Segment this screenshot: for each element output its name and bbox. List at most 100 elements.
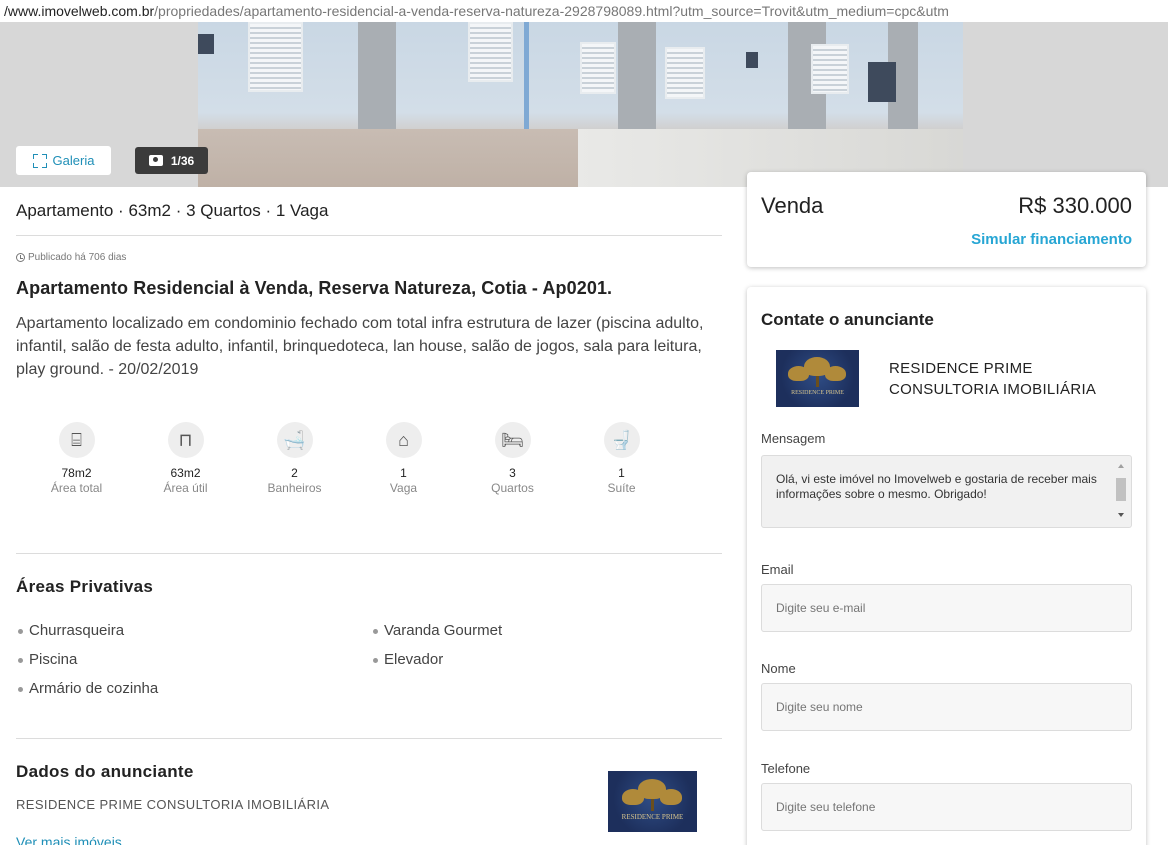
feature-label: Quartos <box>491 481 534 495</box>
contact-form: Contate o anunciante RESIDENCE PRIME RES… <box>747 287 1146 845</box>
gallery-button-label: Galeria <box>52 153 95 168</box>
list-item: Piscina <box>18 650 373 670</box>
agency-name-line: RESIDENCE PRIME <box>889 360 1033 377</box>
useful-area-icon: ⊓ <box>167 422 204 458</box>
feature-value: 1 <box>400 466 407 480</box>
price-card: Venda R$ 330.000 Simular financiamento <box>747 172 1146 267</box>
contact-title: Contate o anunciante <box>761 310 934 329</box>
bullet-icon <box>18 628 23 634</box>
clock-icon <box>16 253 25 262</box>
simulate-financing-link[interactable]: Simular financiamento <box>971 231 1132 248</box>
agency-name-line: CONSULTORIA IMOBILIÁRIA <box>889 381 1097 398</box>
feature-item: ⊓ 63m2 Área útil <box>131 422 240 496</box>
divider <box>16 235 722 236</box>
divider <box>16 738 722 739</box>
address-bar[interactable]: /www.imovelweb.com.br/propriedades/apart… <box>0 0 1168 22</box>
photo-detail <box>868 62 896 102</box>
advertiser-name: RESIDENCE PRIME CONSULTORIA IMOBILIÁRIA <box>16 797 330 812</box>
feature-label: Área útil <box>163 481 208 495</box>
message-textarea[interactable]: Olá, vi este imóvel no Imovelweb e gosta… <box>761 455 1132 528</box>
feature-label: Vaga <box>389 481 418 495</box>
photo-detail <box>248 22 303 92</box>
scroll-up-icon[interactable] <box>1118 464 1124 468</box>
bullet-icon <box>373 657 378 663</box>
amenity-label: Varanda Gourmet <box>384 622 503 639</box>
private-areas-list: Churrasqueira Varanda Gourmet Piscina El… <box>18 621 638 699</box>
listing-title: Apartamento Residencial à Venda, Reserva… <box>16 278 613 298</box>
price-value: R$ 330.000 <box>1018 193 1132 218</box>
feature-value: 63m2 <box>170 466 201 480</box>
scroll-down-icon[interactable] <box>1118 513 1124 517</box>
feature-item: ⌸ 78m2 Área total <box>22 422 131 496</box>
photo-count-badge[interactable]: 1/36 <box>135 147 208 174</box>
message-scrollbar[interactable] <box>1113 458 1129 525</box>
message-label: Mensagem <box>761 431 826 446</box>
agency-name: RESIDENCE PRIME CONSULTORIA IMOBILIÁRIA <box>889 358 1096 400</box>
private-areas-title: Áreas Privativas <box>16 577 154 596</box>
photo-detail <box>746 52 758 68</box>
list-item: Elevador <box>373 650 638 670</box>
photo-detail <box>580 42 616 94</box>
bed-icon: 🛏 <box>494 422 531 458</box>
list-item: Varanda Gourmet <box>373 621 638 641</box>
amenity-label: Churrasqueira <box>29 622 125 639</box>
divider <box>16 553 722 554</box>
listing-summary: Apartamento · 63m2 · 3 Quartos · 1 Vaga <box>16 201 329 220</box>
advertiser-logo[interactable]: RESIDENCE PRIME <box>608 771 697 832</box>
listing-description: Apartamento localizado em condominio fec… <box>16 315 704 378</box>
photo-detail <box>198 34 214 54</box>
feature-value: 78m2 <box>61 466 92 480</box>
amenity-label: Elevador <box>384 651 444 668</box>
bullet-icon <box>373 628 378 634</box>
feature-item: ⌂ 1 Vaga <box>349 422 458 496</box>
property-photo[interactable] <box>198 22 963 187</box>
feature-item: 🛁 2 Banheiros <box>240 422 349 496</box>
email-field[interactable] <box>761 584 1132 632</box>
gallery-button[interactable]: Galeria <box>16 146 111 175</box>
photo-detail <box>468 22 513 82</box>
feature-item: 🚽 1 Suíte <box>567 422 676 496</box>
phone-field[interactable] <box>761 783 1132 831</box>
bullet-icon <box>18 686 23 692</box>
photo-detail <box>358 22 396 137</box>
feature-value: 2 <box>291 466 298 480</box>
garage-icon: ⌂ <box>385 422 422 458</box>
scroll-thumb[interactable] <box>1116 478 1126 501</box>
name-label: Nome <box>761 661 796 676</box>
photo-count: 1/36 <box>170 153 195 168</box>
toilet-icon: 🚽 <box>603 422 640 458</box>
logo-text: RESIDENCE PRIME <box>621 813 684 821</box>
agency-logo: RESIDENCE PRIME <box>776 350 859 407</box>
total-area-icon: ⌸ <box>58 422 95 458</box>
url-path: /propriedades/apartamento-residencial-a-… <box>154 3 949 19</box>
logo-text: RESIDENCE PRIME <box>791 390 844 396</box>
published-text: Publicado há 706 dias <box>28 252 127 263</box>
photo-detail <box>811 44 849 94</box>
url-domain: /www.imovelweb.com.br <box>4 3 155 19</box>
features-row: ⌸ 78m2 Área total ⊓ 63m2 Área útil 🛁 2 B… <box>22 422 676 496</box>
message-text: Olá, vi este imóvel no Imovelweb e gosta… <box>776 472 1097 501</box>
feature-label: Suíte <box>607 481 636 495</box>
more-properties-link[interactable]: Ver mais imóveis <box>16 834 122 845</box>
feature-item: 🛏 3 Quartos <box>458 422 567 496</box>
phone-label: Telefone <box>761 761 811 776</box>
camera-icon <box>148 155 163 166</box>
photo-detail <box>618 22 656 137</box>
published-date: Publicado há 706 dias <box>16 252 126 263</box>
amenity-label: Piscina <box>29 651 78 668</box>
operation-type: Venda <box>761 193 824 218</box>
feature-value: 3 <box>509 466 516 480</box>
name-field[interactable] <box>761 683 1132 731</box>
photo-detail <box>665 47 705 99</box>
photo-detail <box>524 22 529 137</box>
feature-label: Banheiros <box>267 481 322 495</box>
bullet-icon <box>18 657 23 663</box>
amenity-label: Armário de cozinha <box>29 680 159 697</box>
list-item: Churrasqueira <box>18 621 373 641</box>
expand-icon <box>32 153 47 168</box>
feature-value: 1 <box>618 466 625 480</box>
email-label: Email <box>761 562 794 577</box>
feature-label: Área total <box>50 481 103 495</box>
list-item: Armário de cozinha <box>18 679 373 699</box>
bathtub-icon: 🛁 <box>276 422 313 458</box>
